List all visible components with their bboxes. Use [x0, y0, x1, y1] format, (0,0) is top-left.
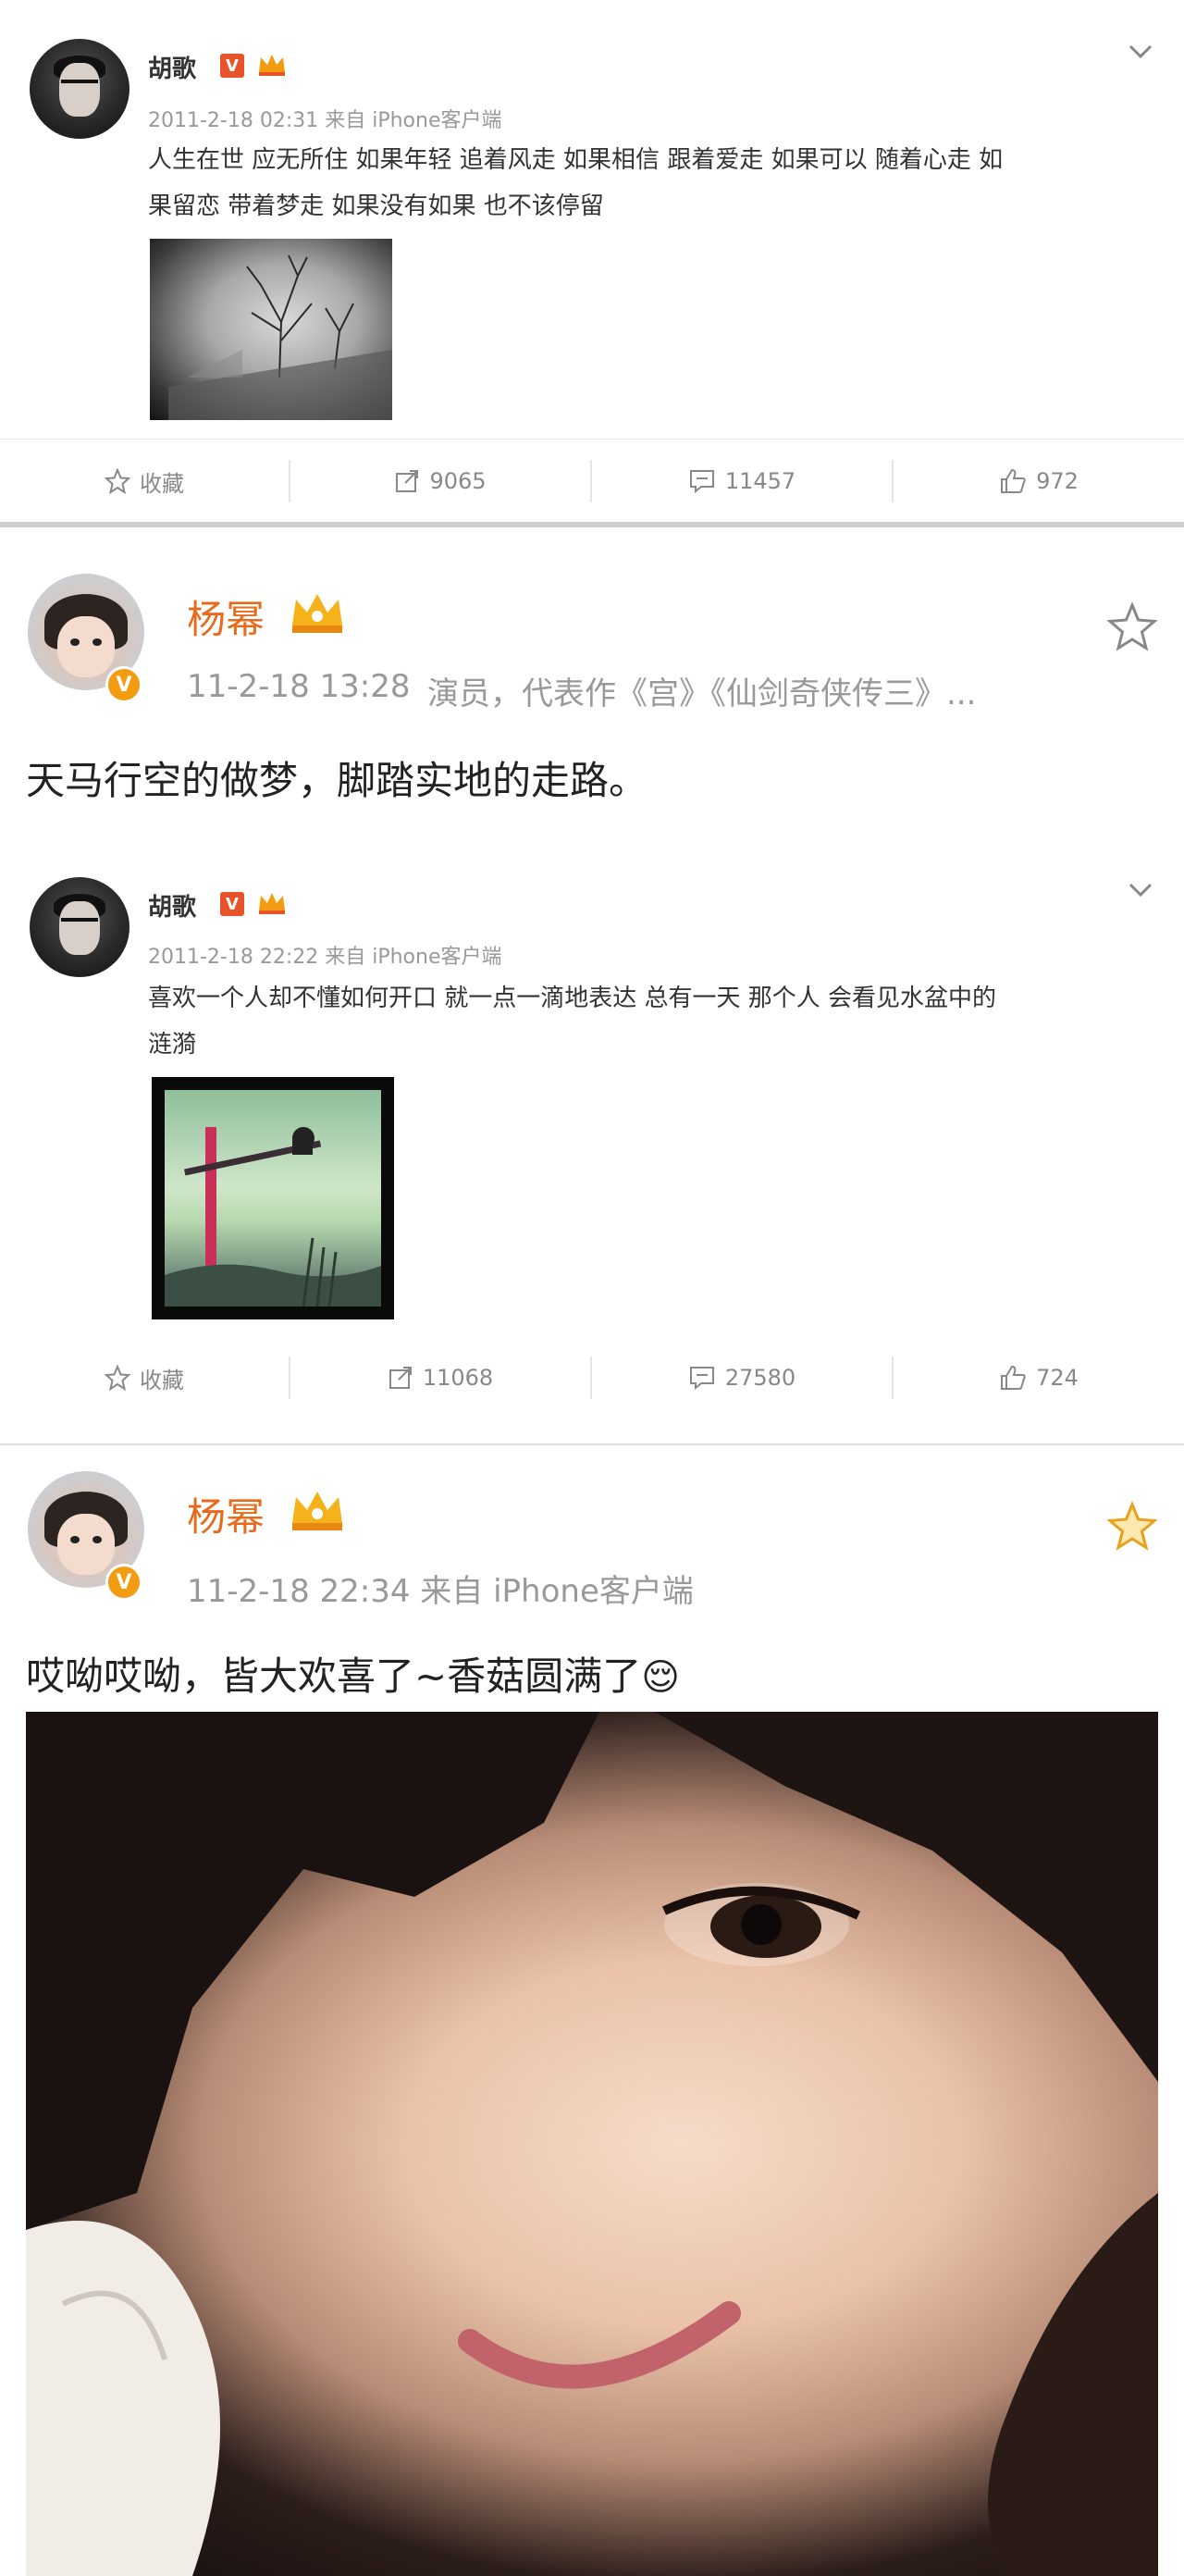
star-icon: [105, 1365, 130, 1391]
comment-button[interactable]: 11457: [592, 440, 892, 523]
post-card-3: V 杨幂 11-2-18 22:34 来自 iPhone客户端 哎呦哎呦，皆大欢…: [0, 1445, 1184, 2576]
action-bar: 收藏 9065 11457 972: [0, 439, 1184, 523]
post-card-2: V 杨幂 11-2-18 13:28 演员，代表作《宫》《仙剑奇侠传三》... …: [0, 527, 1184, 1399]
post-text: 人生在世 应无所住 如果年轻 追着风走 如果相信 跟着爱走 如果可以 随着心走 …: [148, 137, 1156, 229]
chevron-down-icon[interactable]: [1125, 873, 1156, 905]
post-time: 11-2-18 13:28: [187, 668, 411, 705]
post-image[interactable]: [150, 239, 392, 420]
favorite-button[interactable]: 收藏: [0, 1336, 289, 1419]
author-name[interactable]: 杨幂: [187, 588, 265, 645]
avatar[interactable]: [30, 877, 130, 977]
post-text-line: 喜欢一个人却不懂如何开口 就一点一滴地表达 总有一天 那个人 会看见水盆中的: [148, 985, 997, 1012]
favorite-button[interactable]: 收藏: [0, 440, 289, 523]
repost-count: 11068: [422, 1365, 494, 1391]
thumbs-up-icon: [1001, 468, 1026, 493]
star-icon: [105, 468, 130, 494]
author-bio: 演员，代表作《宫》《仙剑奇侠传三》...: [427, 675, 977, 712]
post-text-line: 人生在世 应无所住 如果年轻 追着风走 如果相信 跟着爱走 如果可以 随着心走 …: [148, 146, 1004, 174]
post-text: 天马行空的做梦，脚踏实地的走路。: [26, 758, 648, 803]
post-meta: 11-2-18 22:34 来自 iPhone客户端: [187, 1573, 694, 1610]
verified-badge: V: [105, 1564, 142, 1601]
comment-icon: [689, 470, 714, 494]
star-icon[interactable]: [1106, 601, 1158, 653]
member-crown-icon: [292, 594, 342, 633]
repost-button[interactable]: 11068: [290, 1336, 590, 1419]
star-filled-icon[interactable]: [1106, 1501, 1158, 1553]
post-text-line: 涟漪: [148, 1031, 197, 1059]
member-crown-icon: [259, 55, 285, 76]
emoji-icon: 😌: [641, 1656, 680, 1699]
comment-count: 11457: [724, 468, 796, 494]
verified-badge: V: [220, 54, 244, 78]
post-card-1: 胡歌 V 2011-2-18 02:31 来自 iPhone客户端 人生在世 应…: [0, 0, 1184, 523]
favorite-label: 收藏: [140, 1367, 184, 1393]
like-count: 972: [1036, 468, 1079, 494]
author-name[interactable]: 杨幂: [187, 1486, 265, 1542]
member-crown-icon: [292, 1492, 342, 1530]
comment-count: 27580: [724, 1365, 796, 1391]
post-text: 哎呦哎呦，皆大欢喜了~香菇圆满了😌: [26, 1645, 680, 1702]
post-text: 喜欢一个人却不懂如何开口 就一点一滴地表达 总有一天 那个人 会看见水盆中的 涟…: [148, 975, 1156, 1068]
favorite-label: 收藏: [140, 470, 184, 497]
author-name[interactable]: 胡歌: [148, 888, 196, 923]
verified-badge: V: [220, 892, 244, 916]
post-text-content: 哎呦哎呦，皆大欢喜了~香菇圆满了: [26, 1653, 642, 1699]
verified-badge: V: [105, 666, 142, 703]
repost-icon: [388, 1367, 412, 1389]
avatar[interactable]: [30, 39, 130, 139]
like-button[interactable]: 972: [894, 440, 1184, 523]
quoted-post[interactable]: 胡歌 V 2011-2-18 22:22 来自 iPhone客户端 喜欢一个人却…: [0, 866, 1184, 1399]
like-count: 724: [1036, 1365, 1079, 1391]
comment-button[interactable]: 27580: [592, 1336, 892, 1419]
post-meta: 2011-2-18 22:22 来自 iPhone客户端: [148, 946, 502, 969]
repost-count: 9065: [429, 468, 487, 494]
repost-button[interactable]: 9065: [290, 440, 590, 523]
post-image[interactable]: [152, 1077, 394, 1319]
chevron-down-icon[interactable]: [1125, 35, 1156, 67]
post-text-line: 果留恋 带着梦走 如果没有如果 也不该停留: [148, 192, 604, 220]
member-crown-icon: [259, 893, 285, 914]
author-name[interactable]: 胡歌: [148, 50, 196, 84]
post-meta: 2011-2-18 02:31 来自 iPhone客户端: [148, 109, 502, 132]
repost-icon: [396, 470, 419, 492]
like-button[interactable]: 724: [894, 1336, 1184, 1419]
post-image[interactable]: [26, 1712, 1158, 2576]
thumbs-up-icon: [1001, 1365, 1026, 1390]
action-bar: 收藏 11068 27580 724: [0, 1336, 1184, 1419]
comment-icon: [689, 1367, 714, 1391]
